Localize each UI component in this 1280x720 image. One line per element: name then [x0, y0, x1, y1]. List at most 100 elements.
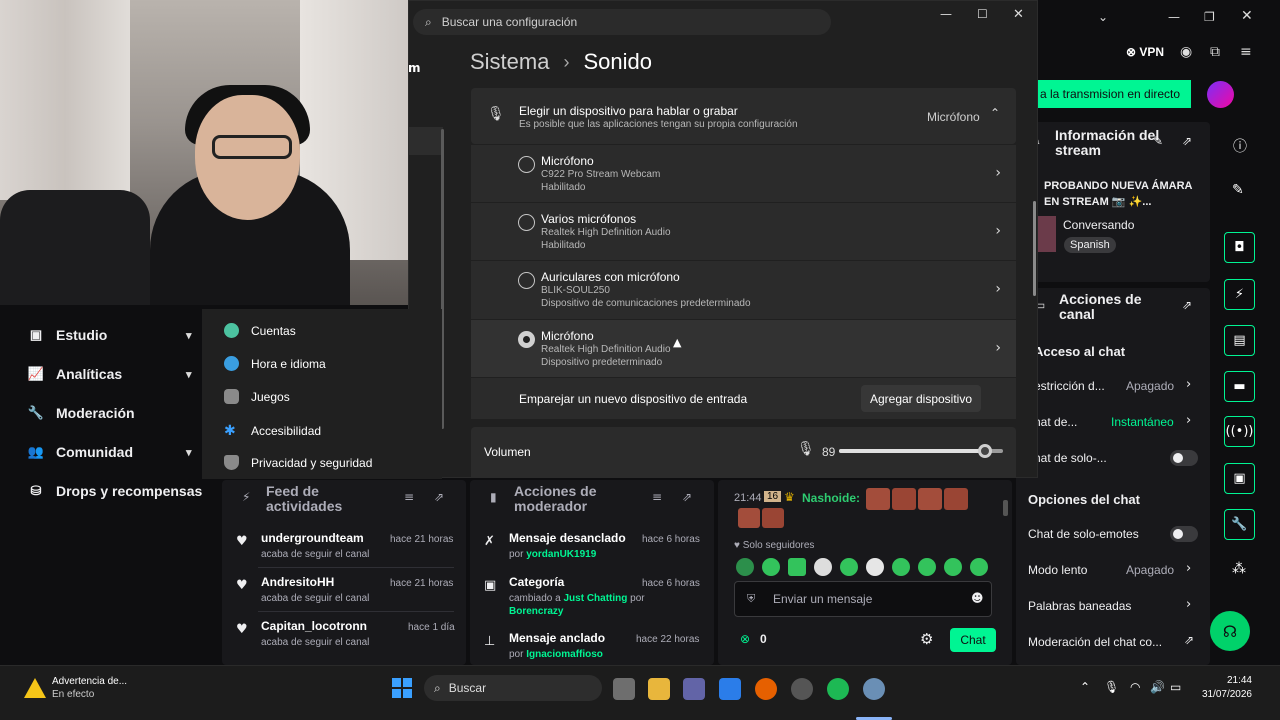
chevron-right-icon[interactable]: ›	[1186, 597, 1191, 612]
warning-icon[interactable]	[24, 678, 46, 698]
emote[interactable]	[840, 558, 858, 576]
vpn-badge[interactable]: ⊗ VPN	[1126, 45, 1164, 59]
lightning-button[interactable]: ⚡	[1224, 279, 1255, 310]
emote[interactable]	[788, 558, 806, 576]
obs-icon[interactable]	[791, 678, 813, 700]
add-device-button[interactable]: Agregar dispositivo	[861, 385, 981, 412]
moderator-name[interactable]: Borencrazy	[509, 606, 563, 617]
chevron-right-icon[interactable]: ›	[1186, 377, 1191, 392]
device-radio-selected[interactable]	[518, 331, 535, 348]
followers-only-toggle[interactable]	[1170, 450, 1198, 466]
nav-item-hora[interactable]: Hora e idioma	[224, 356, 326, 371]
input-device-selector[interactable]: 🎙 Elegir un dispositivo para hablar o gr…	[471, 88, 1016, 144]
help-fab[interactable]: ☊	[1210, 611, 1250, 651]
chevron-right-icon[interactable]: ›	[995, 223, 1001, 239]
task-view-icon[interactable]	[613, 678, 635, 700]
chevron-right-icon[interactable]: ›	[995, 281, 1001, 297]
nav-item-cuentas[interactable]: Cuentas	[224, 323, 296, 338]
popout-icon[interactable]: ⇗	[434, 490, 444, 504]
chat-input[interactable]: ⛨ Enviar un mensaje ☻	[734, 581, 992, 617]
scrollbar[interactable]	[1003, 500, 1008, 516]
emote[interactable]	[970, 558, 988, 576]
chevron-up-icon[interactable]: ⌃	[990, 106, 1000, 120]
emote[interactable]	[814, 558, 832, 576]
chevron-down-icon[interactable]: ▾	[186, 329, 192, 342]
alert-title[interactable]: Advertencia de...	[52, 676, 127, 687]
filter-icon[interactable]: ≡	[404, 490, 414, 504]
video-button[interactable]: ▣	[1224, 463, 1255, 494]
automod-label[interactable]: Moderación del chat co...	[1028, 635, 1162, 649]
edit-icon[interactable]: ✎	[1153, 134, 1163, 148]
firefox-icon[interactable]	[755, 678, 777, 700]
maximize-icon[interactable]: ☐	[977, 7, 988, 21]
camera-button[interactable]: ◘	[1224, 232, 1255, 263]
points-icon[interactable]: ⊗	[740, 632, 750, 646]
pencil-icon[interactable]: ✎	[1232, 182, 1244, 198]
chat-delay-value[interactable]: Instantáneo	[1111, 415, 1174, 429]
chevron-down-icon[interactable]: ▾	[186, 446, 192, 459]
notes-button[interactable]: ▤	[1224, 325, 1255, 356]
menu-icon[interactable]: ≡	[1240, 44, 1252, 60]
restore-icon[interactable]: ❐	[1204, 10, 1215, 24]
clock-date[interactable]: 31/07/2026	[1200, 689, 1252, 700]
taskbar-search[interactable]: ⌕ Buscar	[424, 675, 602, 701]
minimize-icon[interactable]: —	[1168, 10, 1180, 24]
username[interactable]: AndresitoHH	[261, 575, 334, 589]
chat-send-button[interactable]: Chat	[950, 628, 996, 652]
volume-icon[interactable]: 🔊	[1150, 680, 1165, 694]
nav-item-moderacion[interactable]: 🔧 Moderación	[28, 405, 135, 421]
wrench-button[interactable]: 🔧	[1224, 509, 1255, 540]
moderator-name[interactable]: Ignaciomaffioso	[526, 649, 603, 660]
emote-only-toggle[interactable]	[1170, 526, 1198, 542]
emoji-icon[interactable]: ☻	[971, 591, 984, 605]
broadcast-button[interactable]: ((•))	[1224, 416, 1255, 447]
chevron-right-icon[interactable]: ›	[995, 340, 1001, 356]
emote[interactable]	[762, 558, 780, 576]
device-row[interactable]: Auriculares con micrófono BLIK-SOUL250 D…	[471, 260, 1016, 319]
nav-item-juegos[interactable]: Juegos	[224, 389, 290, 404]
settings-app-icon[interactable]	[863, 678, 885, 700]
wifi-icon[interactable]: ◠	[1130, 680, 1140, 694]
minimize-icon[interactable]: —	[940, 7, 952, 21]
popout-icon[interactable]: ⇗	[1182, 298, 1192, 312]
chevron-right-icon[interactable]: ›	[1186, 561, 1191, 576]
popout-icon[interactable]: ⇗	[682, 490, 692, 504]
banned-words-label[interactable]: Palabras baneadas	[1028, 599, 1131, 613]
category-name[interactable]: Just Chatting	[563, 593, 627, 604]
gear-icon[interactable]: ⚙	[920, 630, 933, 648]
chevron-down-icon[interactable]: ⌄	[1098, 10, 1108, 24]
volume-slider-thumb[interactable]	[977, 444, 992, 458]
microphone-icon[interactable]: 🎙	[797, 441, 815, 457]
emote[interactable]	[918, 558, 936, 576]
username[interactable]: undergroundteam	[261, 531, 364, 545]
chevron-down-icon[interactable]: ▾	[186, 368, 192, 381]
chat-button[interactable]: ▬	[1224, 371, 1255, 402]
info-circle-icon[interactable]: ⓘ	[1233, 136, 1247, 156]
go-live-banner[interactable]: a la transmision en directo	[1038, 80, 1191, 108]
nav-item-estudio[interactable]: ▣ Estudio ▾	[28, 327, 192, 343]
tag-chip[interactable]: Spanish	[1064, 237, 1116, 253]
device-row[interactable]: Micrófono C922 Pro Stream Webcam Habilit…	[471, 144, 1016, 202]
search-input[interactable]: ⌕ Buscar una configuración	[413, 9, 831, 35]
device-row[interactable]: Varios micrófonos Realtek High Definitio…	[471, 202, 1016, 260]
chevron-up-icon[interactable]: ⌃	[1080, 680, 1090, 694]
nav-item-privacidad[interactable]: Privacidad y seguridad	[224, 455, 372, 470]
chat-username[interactable]: Nashoide:	[802, 491, 860, 505]
filter-icon[interactable]: ≡	[652, 490, 662, 504]
nav-item-analiticas[interactable]: 📈 Analíticas ▾	[28, 366, 192, 382]
device-radio[interactable]	[518, 214, 535, 231]
extensions-icon[interactable]: ⧉	[1210, 44, 1220, 60]
battery-icon[interactable]: ▭	[1170, 680, 1181, 694]
nav-item-accesibilidad[interactable]: ✱ Accesibilidad	[224, 422, 321, 439]
chevron-right-icon[interactable]: ›	[1186, 413, 1191, 428]
avatar[interactable]	[1207, 81, 1234, 108]
device-radio[interactable]	[518, 272, 535, 289]
microphone-icon[interactable]: 🎙	[1104, 680, 1119, 694]
account-icon[interactable]: ◉	[1180, 44, 1192, 60]
nav-item-comunidad[interactable]: 👥 Comunidad ▾	[28, 444, 192, 460]
chevron-right-icon[interactable]: ›	[995, 165, 1001, 181]
moderator-name[interactable]: yordanUK1919	[526, 549, 596, 560]
restriction-value[interactable]: Apagado	[1126, 379, 1174, 393]
close-icon[interactable]: ✕	[1241, 8, 1253, 24]
more-icon[interactable]: ⁂	[1232, 561, 1246, 577]
